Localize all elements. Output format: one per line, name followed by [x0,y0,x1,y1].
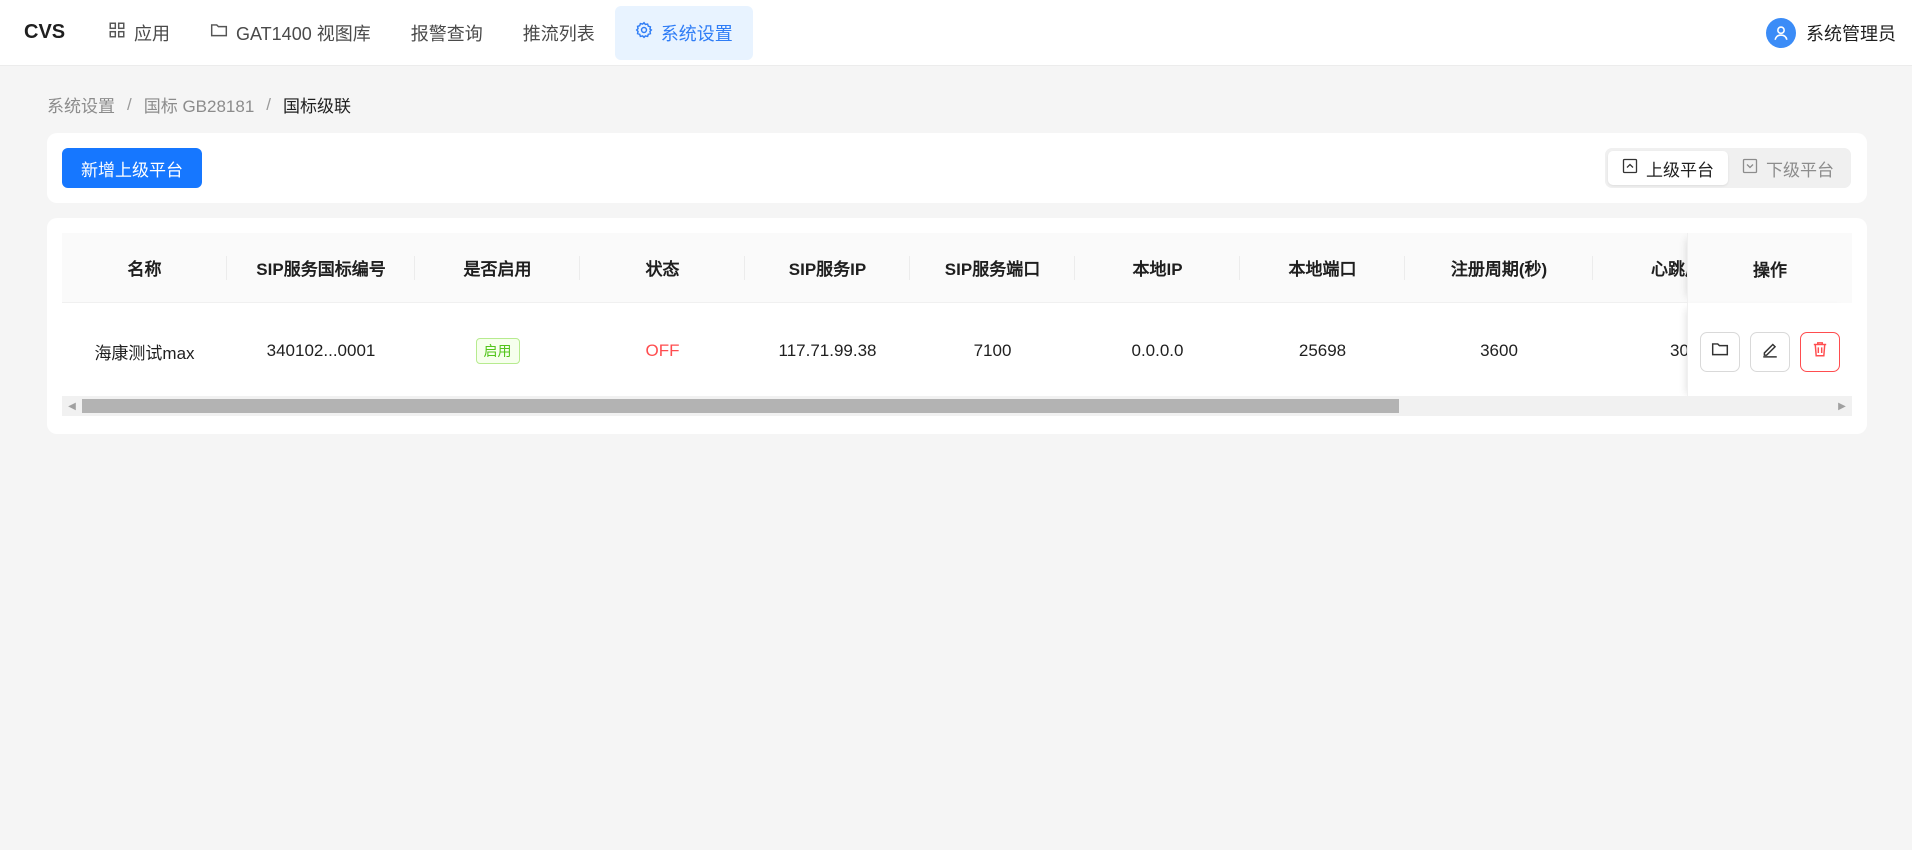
nav-item-label: GAT1400 视图库 [236,23,371,44]
column-header-name: 名称 [62,233,227,302]
enabled-tag: 启用 [475,338,520,364]
column-header-register-period: 注册周期(秒) [1405,233,1593,302]
toolbar-card: 新增上级平台 上级平台 下级平台 [47,133,1867,203]
gear-icon [635,21,653,44]
cell-sip-id: 340102...0001 [266,341,376,360]
cell-status: OFF [645,341,680,360]
nav-item-label: 推流列表 [522,23,595,44]
table-row[interactable]: 海康测试max 340102...0001 启用 OFF 117.71.99.3… [62,303,1852,400]
view-channels-button[interactable] [1700,331,1740,372]
segment-label: 上级平台 [1646,160,1714,180]
add-upper-platform-button[interactable]: 新增上级平台 [62,148,202,188]
delete-button[interactable] [1800,331,1840,372]
breadcrumb-separator: / [266,94,272,114]
nav-item-gat1400[interactable]: GAT1400 视图库 [190,6,391,60]
column-header-heartbeat: 心跳周 [1651,260,1687,279]
breadcrumb-item-gb28181[interactable]: 国标 GB28181 [144,92,255,117]
segment-upper-platform[interactable]: 上级平台 [1608,151,1728,185]
breadcrumb: 系统设置 / 国标 GB28181 / 国标级联 [47,92,351,117]
user-icon [1766,18,1796,48]
scroll-right-arrow-icon[interactable]: ▶ [1832,396,1852,416]
cell-register-period: 3600 [1480,341,1518,360]
breadcrumb-item-system-settings[interactable]: 系统设置 [47,92,115,117]
segment-lower-platform[interactable]: 下级平台 [1728,151,1848,185]
column-header-enabled: 是否启用 [415,233,580,302]
segment-label: 下级平台 [1766,160,1834,180]
column-header-sip-ip: SIP服务IP [745,233,910,302]
folder-icon [210,21,228,44]
delete-icon [1811,340,1829,363]
table-header: 名称 SIP服务国标编号 是否启用 状态 SIP服务IP SIP服务端口 本地I… [62,233,1852,303]
edit-button[interactable] [1750,331,1790,372]
scroll-left-arrow-icon[interactable]: ◀ [62,396,82,416]
table-horizontal-scrollbar[interactable]: ◀ ▶ [62,396,1852,416]
user-menu[interactable]: 系统管理员 [1766,0,1896,66]
cell-local-port: 25698 [1298,341,1347,360]
user-name: 系统管理员 [1806,24,1896,44]
main-nav: 应用 GAT1400 视图库 报警查询 推流列表 系统设置 [88,0,753,66]
chevron-up-square-icon [1622,158,1638,179]
cell-heartbeat: 30 [1670,341,1687,360]
row-actions [1687,303,1852,400]
platform-table: 名称 SIP服务国标编号 是否启用 状态 SIP服务IP SIP服务端口 本地I… [62,233,1852,403]
cell-name: 海康测试max [94,343,195,363]
nav-item-apps[interactable]: 应用 [88,6,190,60]
scrollbar-thumb[interactable] [82,399,1399,413]
top-navbar: CVS 应用 GAT1400 视图库 报警查询 推流列表 系统设置 系统管理员 [0,0,1912,66]
column-header-status: 状态 [580,233,745,302]
breadcrumb-item-current: 国标级联 [283,97,352,116]
column-header-sip-id: SIP服务国标编号 [227,233,415,302]
nav-item-system-settings[interactable]: 系统设置 [614,5,753,60]
edit-icon [1761,340,1779,363]
nav-item-label: 报警查询 [410,23,483,44]
column-header-actions: 操作 [1687,233,1852,303]
chevron-down-square-icon [1742,158,1758,179]
cell-sip-port: 7100 [973,341,1012,360]
column-header-local-ip: 本地IP [1075,233,1240,302]
nav-item-label: 系统设置 [660,23,733,44]
table-card: 名称 SIP服务国标编号 是否启用 状态 SIP服务IP SIP服务端口 本地I… [47,218,1867,434]
cell-enabled: 启用 [415,303,580,399]
cell-sip-ip: 117.71.99.38 [778,341,877,360]
grid-icon [108,21,126,44]
cell-local-ip: 0.0.0.0 [1131,341,1184,360]
platform-segmented-control: 上级平台 下级平台 [1605,148,1851,188]
nav-item-stream-list[interactable]: 推流列表 [503,6,615,60]
folder-icon [1711,340,1729,363]
nav-item-alarm-query[interactable]: 报警查询 [391,6,503,60]
column-header-sip-port: SIP服务端口 [910,233,1075,302]
column-header-local-port: 本地端口 [1240,233,1405,302]
nav-item-label: 应用 [134,23,170,44]
breadcrumb-separator: / [127,94,132,114]
app-brand[interactable]: CVS [24,21,88,44]
